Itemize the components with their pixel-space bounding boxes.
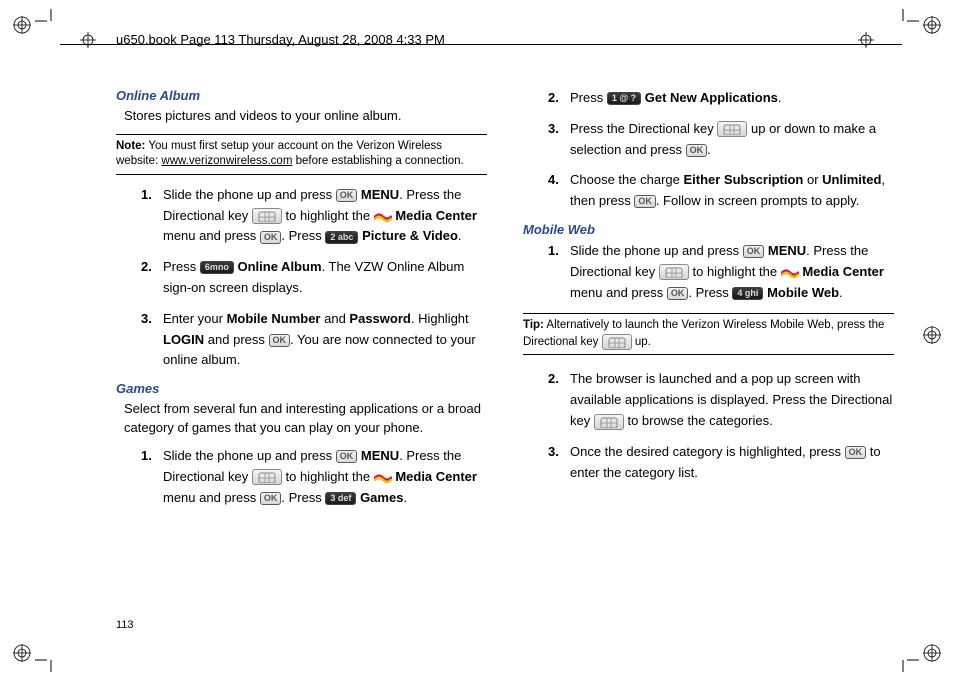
tip-text: up. — [635, 336, 651, 348]
registration-mark-icon — [923, 16, 941, 37]
ok-key-icon: OK — [336, 450, 358, 463]
online-album-intro: Stores pictures and videos to your onlin… — [124, 107, 487, 126]
registration-mark-icon — [923, 326, 941, 347]
section-title-mobile-web: Mobile Web — [523, 222, 894, 237]
directional-key-icon — [602, 334, 632, 350]
list-item: 3. Enter your Mobile Number and Password… — [141, 309, 487, 371]
media-center-icon — [374, 470, 392, 484]
mweb-steps-1: 1. Slide the phone up and press OK MENU.… — [548, 241, 894, 303]
list-item: 2. Press 6mno Online Album. The VZW Onli… — [141, 257, 487, 299]
media-center-icon — [781, 265, 799, 279]
directional-key-icon — [659, 264, 689, 280]
section-title-games: Games — [116, 381, 487, 396]
key-2-icon: 2 abc — [325, 231, 358, 244]
key-3-icon: 3 def — [325, 492, 356, 505]
ok-key-icon: OK — [686, 144, 708, 157]
page-number: 113 — [116, 619, 134, 631]
section-title-online-album: Online Album — [116, 88, 487, 103]
mweb-steps-2: 2. The browser is launched and a pop up … — [548, 369, 894, 483]
key-6-icon: 6mno — [200, 261, 234, 274]
list-item: 2. The browser is launched and a pop up … — [548, 369, 894, 431]
list-item: 2. Press 1 @ ? Get New Applications. — [548, 88, 894, 109]
registration-mark-icon — [13, 644, 31, 665]
note-label: Note: — [116, 140, 145, 152]
crop-mark-icon — [35, 656, 55, 676]
ok-key-icon: OK — [667, 287, 689, 300]
ok-key-icon: OK — [743, 245, 765, 258]
crosshair-icon — [80, 32, 96, 51]
key-4-icon: 4 ghi — [732, 287, 763, 300]
list-item: 3. Press the Directional key up or down … — [548, 119, 894, 161]
note-link: www.verizonwireless.com — [161, 155, 292, 167]
ok-key-icon: OK — [260, 231, 282, 244]
left-column: Online Album Stores pictures and videos … — [116, 88, 487, 518]
games-steps: 1. Slide the phone up and press OK MENU.… — [141, 446, 487, 508]
tip-box: Tip: Alternatively to launch the Verizon… — [523, 313, 894, 355]
tip-text: Alternatively to launch the Verizon Wire… — [523, 319, 884, 348]
directional-key-icon — [252, 208, 282, 224]
key-1-icon: 1 @ ? — [607, 92, 641, 105]
directional-key-icon — [717, 121, 747, 137]
crosshair-icon — [858, 32, 874, 51]
directional-key-icon — [252, 469, 282, 485]
header-rule — [60, 44, 902, 45]
ok-key-icon: OK — [269, 334, 291, 347]
registration-mark-icon — [13, 16, 31, 37]
right-column: 2. Press 1 @ ? Get New Applications. 3. … — [523, 88, 894, 518]
directional-key-icon — [594, 414, 624, 430]
list-item: 1. Slide the phone up and press OK MENU.… — [548, 241, 894, 303]
crop-mark-icon — [899, 5, 919, 25]
tip-label: Tip: — [523, 319, 544, 331]
list-item: 1. Slide the phone up and press OK MENU.… — [141, 446, 487, 508]
note-text: before establishing a connection. — [292, 155, 463, 167]
online-album-steps: 1. Slide the phone up and press OK MENU.… — [141, 185, 487, 371]
games-intro: Select from several fun and interesting … — [124, 400, 487, 438]
list-item: 1. Slide the phone up and press OK MENU.… — [141, 185, 487, 247]
crop-mark-icon — [899, 656, 919, 676]
ok-key-icon: OK — [634, 195, 656, 208]
list-item: 3. Once the desired category is highligh… — [548, 442, 894, 484]
ok-key-icon: OK — [336, 189, 358, 202]
crop-mark-icon — [35, 5, 55, 25]
ok-key-icon: OK — [260, 492, 282, 505]
gna-steps: 2. Press 1 @ ? Get New Applications. 3. … — [548, 88, 894, 212]
media-center-icon — [374, 209, 392, 223]
registration-mark-icon — [923, 644, 941, 665]
note-box: Note: You must first setup your account … — [116, 134, 487, 175]
ok-key-icon: OK — [845, 446, 867, 459]
list-item: 4. Choose the charge Either Subscription… — [548, 170, 894, 212]
